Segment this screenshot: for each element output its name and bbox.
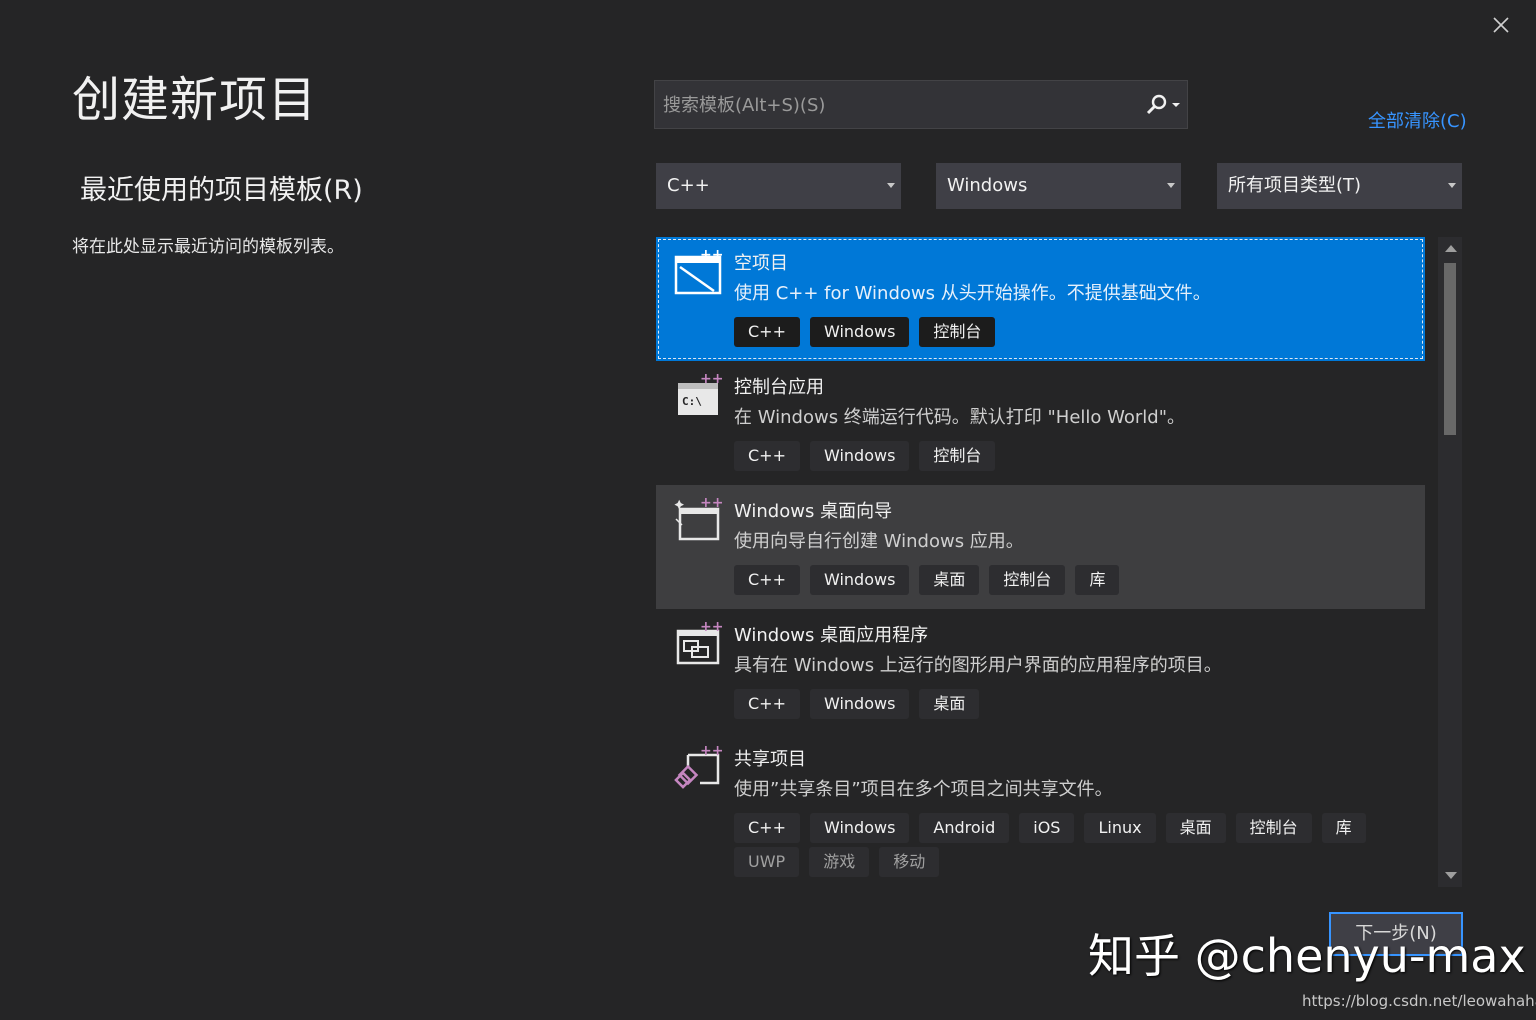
empty-project-icon: ++ (674, 247, 722, 295)
project-type-filter[interactable]: 所有项目类型(T) (1217, 163, 1462, 209)
clear-all-link[interactable]: 全部清除(C) (1368, 107, 1467, 133)
search-options-button[interactable] (1143, 93, 1183, 117)
search-box[interactable] (654, 80, 1188, 130)
tag: 游戏 (809, 847, 870, 877)
tag: C++ (734, 441, 800, 471)
template-title: 空项目 (734, 253, 788, 274)
chevron-down-icon (1448, 183, 1456, 188)
tag: C++ (734, 813, 800, 843)
svg-text:++: ++ (700, 247, 722, 263)
template-title: 控制台应用 (734, 377, 824, 398)
template-title: Windows 桌面应用程序 (734, 625, 929, 646)
template-item-console-app[interactable]: C:\ ++ 控制台应用 在 Windows 终端运行代码。默认打印 "Hell… (656, 361, 1425, 485)
template-tags: C++ Windows 桌面 (734, 689, 1424, 723)
tag: 库 (1321, 813, 1366, 843)
tag: Windows (809, 317, 910, 347)
tag: 控制台 (919, 317, 996, 347)
tag: C++ (734, 317, 800, 347)
tag: Android (919, 813, 1010, 843)
tag: C++ (734, 689, 800, 719)
scroll-up-arrow-icon[interactable] (1445, 245, 1457, 252)
csdn-watermark: https://blog.csdn.net/leowahaha (1302, 992, 1536, 1010)
close-button[interactable] (1486, 12, 1516, 40)
template-title: 共享项目 (734, 749, 806, 770)
tag: 移动 (879, 847, 940, 877)
template-item-shared-project[interactable]: ++ 共享项目 使用”共享条目”项目在多个项目之间共享文件。 C++ Window… (656, 733, 1425, 887)
close-icon (1493, 17, 1509, 33)
tag: 控制台 (1235, 813, 1312, 843)
scroll-down-arrow-icon[interactable] (1445, 872, 1457, 879)
zhihu-watermark: 知乎 @chenyu-max (1088, 929, 1526, 983)
template-description: 使用向导自行创建 Windows 应用。 (734, 531, 1024, 552)
platform-filter[interactable]: Windows (936, 163, 1181, 209)
template-title: Windows 桌面向导 (734, 501, 893, 522)
page-title: 创建新项目 (72, 72, 318, 128)
template-tags: C++ Windows Android iOS Linux 桌面 控制台 库 UWP 游戏 移动 (734, 813, 1424, 881)
search-icon (1146, 94, 1180, 115)
template-description: 使用 C++ for Windows 从头开始操作。不提供基础文件。 (734, 283, 1211, 304)
svg-text:++: ++ (700, 743, 722, 759)
tag: 控制台 (919, 441, 996, 471)
template-tags: C++ Windows 控制台 (734, 317, 1424, 351)
desktop-app-icon: ++ (676, 619, 722, 665)
template-tags: C++ Windows 桌面 控制台库 (734, 565, 1424, 599)
template-item-desktop-wizard[interactable]: ++ Windows 桌面向导 使用向导自行创建 Windows 应用。 C++… (656, 485, 1425, 609)
chevron-down-icon (887, 183, 895, 188)
template-item-empty-project[interactable]: ++ 空项目 使用 C++ for Windows 从头开始操作。不提供基础文件… (656, 237, 1425, 361)
tag: 桌面 (919, 565, 980, 595)
template-description: 使用”共享条目”项目在多个项目之间共享文件。 (734, 779, 1113, 800)
tag: C++ (734, 565, 800, 595)
console-app-icon: C:\ ++ (678, 371, 722, 415)
desktop-wizard-icon: ++ (674, 495, 722, 541)
tag: Windows (809, 441, 910, 471)
tag: 库 (1075, 565, 1120, 595)
tag: Windows (809, 813, 910, 843)
tag: Windows (809, 689, 910, 719)
tag: Windows (809, 565, 910, 595)
tag: UWP (734, 847, 800, 877)
template-tags: C++ Windows 控制台 (734, 441, 1424, 475)
svg-text:C:\: C:\ (682, 395, 702, 408)
language-filter[interactable]: C++ (656, 163, 901, 209)
tag: 桌面 (1165, 813, 1226, 843)
language-filter-value: C++ (667, 175, 710, 196)
tag: iOS (1019, 813, 1075, 843)
chevron-down-icon (1167, 183, 1175, 188)
template-list-scrollbar[interactable] (1438, 237, 1462, 887)
recent-templates-heading: 最近使用的项目模板(R) (80, 175, 363, 206)
platform-filter-value: Windows (947, 175, 1028, 196)
template-description: 在 Windows 终端运行代码。默认打印 "Hello World"。 (734, 407, 1186, 428)
tag: Linux (1084, 813, 1156, 843)
svg-text:++: ++ (700, 619, 722, 635)
tag: 桌面 (919, 689, 980, 719)
search-input[interactable] (661, 81, 1135, 130)
recent-templates-description: 将在此处显示最近访问的模板列表。 (72, 237, 344, 257)
svg-text:++: ++ (700, 495, 722, 511)
template-description: 具有在 Windows 上运行的图形用户界面的应用程序的项目。 (734, 655, 1222, 676)
shared-project-icon: ++ (674, 743, 722, 789)
svg-text:++: ++ (700, 371, 722, 387)
project-type-filter-value: 所有项目类型(T) (1228, 175, 1362, 196)
template-item-desktop-app[interactable]: ++ Windows 桌面应用程序 具有在 Windows 上运行的图形用户界面… (656, 609, 1425, 733)
template-list[interactable]: ++ 空项目 使用 C++ for Windows 从头开始操作。不提供基础文件… (656, 237, 1426, 887)
tag: 控制台 (989, 565, 1066, 595)
scrollbar-thumb[interactable] (1444, 263, 1456, 435)
